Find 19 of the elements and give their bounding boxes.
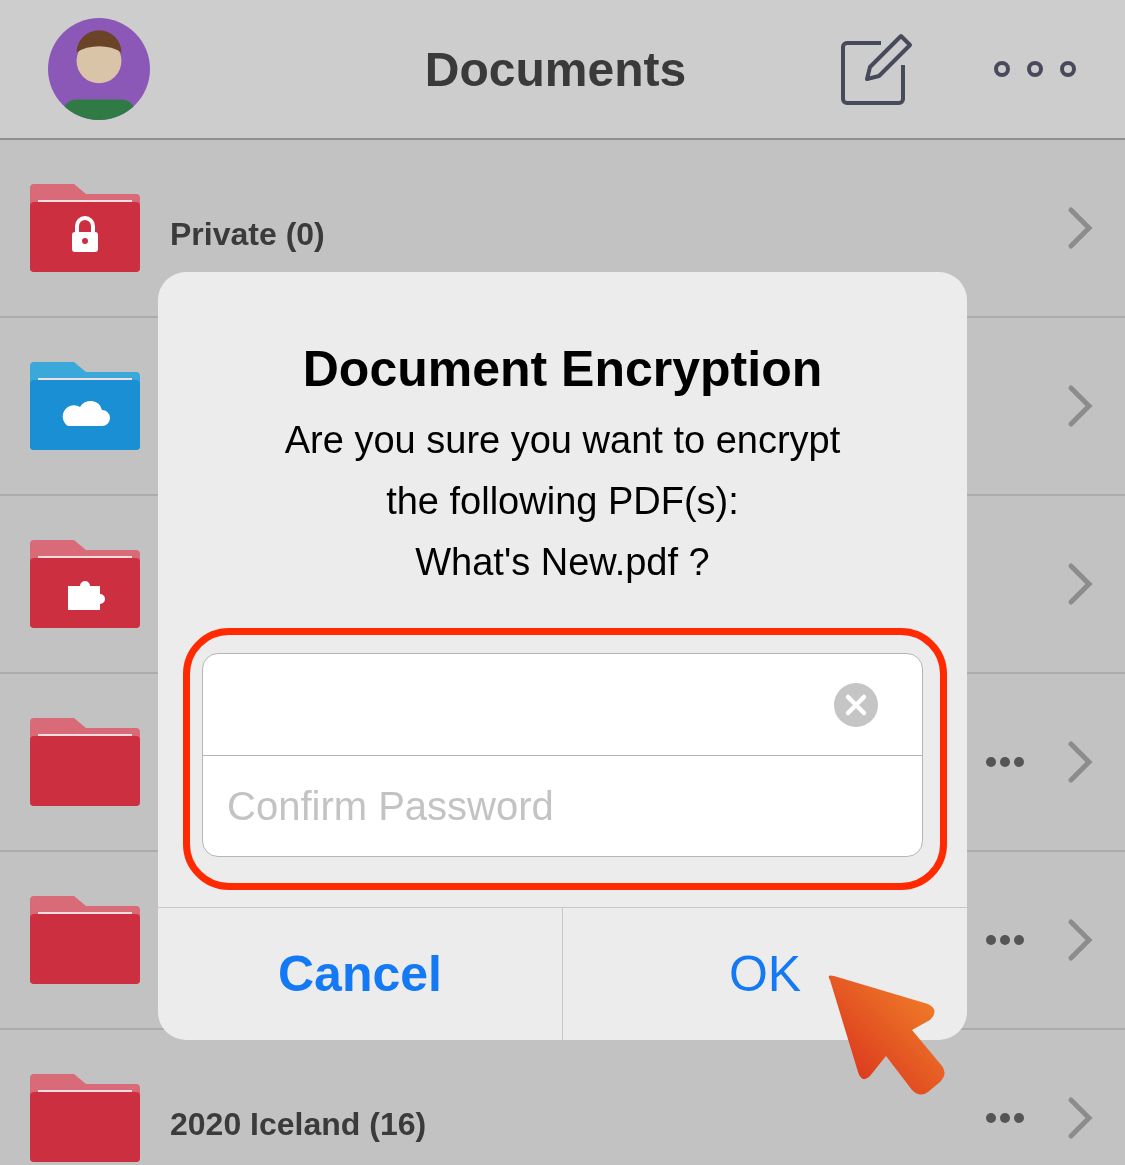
folder-icon [30,1074,140,1162]
confirm-password-field[interactable]: Confirm Password [227,756,898,856]
dialog-message: Are you sure you want to encrypt the following PDF(s): What's New.pdf ? [284,418,841,585]
more-dots-icon[interactable] [985,934,1025,946]
compose-icon[interactable] [841,33,913,105]
more-dots-icon[interactable] [985,1112,1025,1124]
folder-icon [30,718,140,806]
dialog-title: Document Encryption [302,340,823,398]
folder-icon [30,540,140,628]
folder-name[interactable]: 2020 Iceland (16) [170,1106,985,1143]
more-dots-icon[interactable] [985,756,1025,768]
folder-name[interactable]: Private (0) [170,216,1065,253]
password-input-group[interactable]: Confirm Password [202,653,923,857]
cancel-button[interactable]: Cancel [158,908,562,1040]
folder-icon [30,184,140,272]
screen-title: Documents [423,41,688,97]
folder-icon [30,896,140,984]
folder-icon [30,362,140,450]
chevron-icon [1065,740,1095,784]
